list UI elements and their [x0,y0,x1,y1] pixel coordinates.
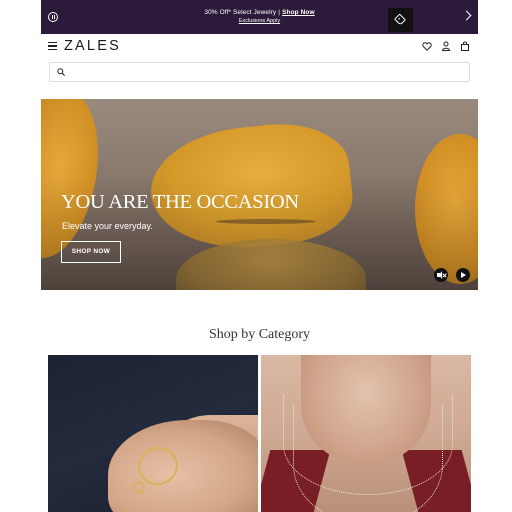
user-icon[interactable] [441,41,451,51]
hero-banner: YOU ARE THE OCCASION Elevate your everyd… [41,99,478,290]
promo-separator: | [278,9,281,16]
category-image-necklace [293,405,443,512]
menu-icon[interactable] [48,42,57,50]
heart-icon[interactable] [422,42,432,51]
promo-offer: 30% Off* Select Jewelry [204,9,277,16]
tag-icon [393,13,407,26]
search-bar[interactable] [49,62,470,82]
category-image-hand [108,420,258,512]
page: 30% Off* Select Jewelry | Shop Now Exclusi… [41,0,478,512]
site-header: ZALES [41,34,478,60]
hero-subtext: Elevate your everyday. [62,221,153,231]
category-image-ring [133,481,145,493]
offers-tag-button[interactable] [388,8,413,32]
hero-headline: YOU ARE THE OCCASION [61,191,299,213]
mute-icon[interactable] [434,268,448,282]
category-tile-bracelets[interactable] [48,355,258,512]
site-logo[interactable]: ZALES [64,38,121,54]
promo-shop-now-link[interactable]: Shop Now [282,9,315,16]
search-icon [57,68,65,76]
shop-now-button[interactable]: SHOP NOW [61,241,121,263]
bag-icon[interactable] [460,41,470,51]
search-input[interactable] [70,65,460,79]
play-icon[interactable] [456,268,470,282]
category-section-title: Shop by Category [208,327,311,342]
category-tile-necklaces[interactable] [261,355,471,512]
